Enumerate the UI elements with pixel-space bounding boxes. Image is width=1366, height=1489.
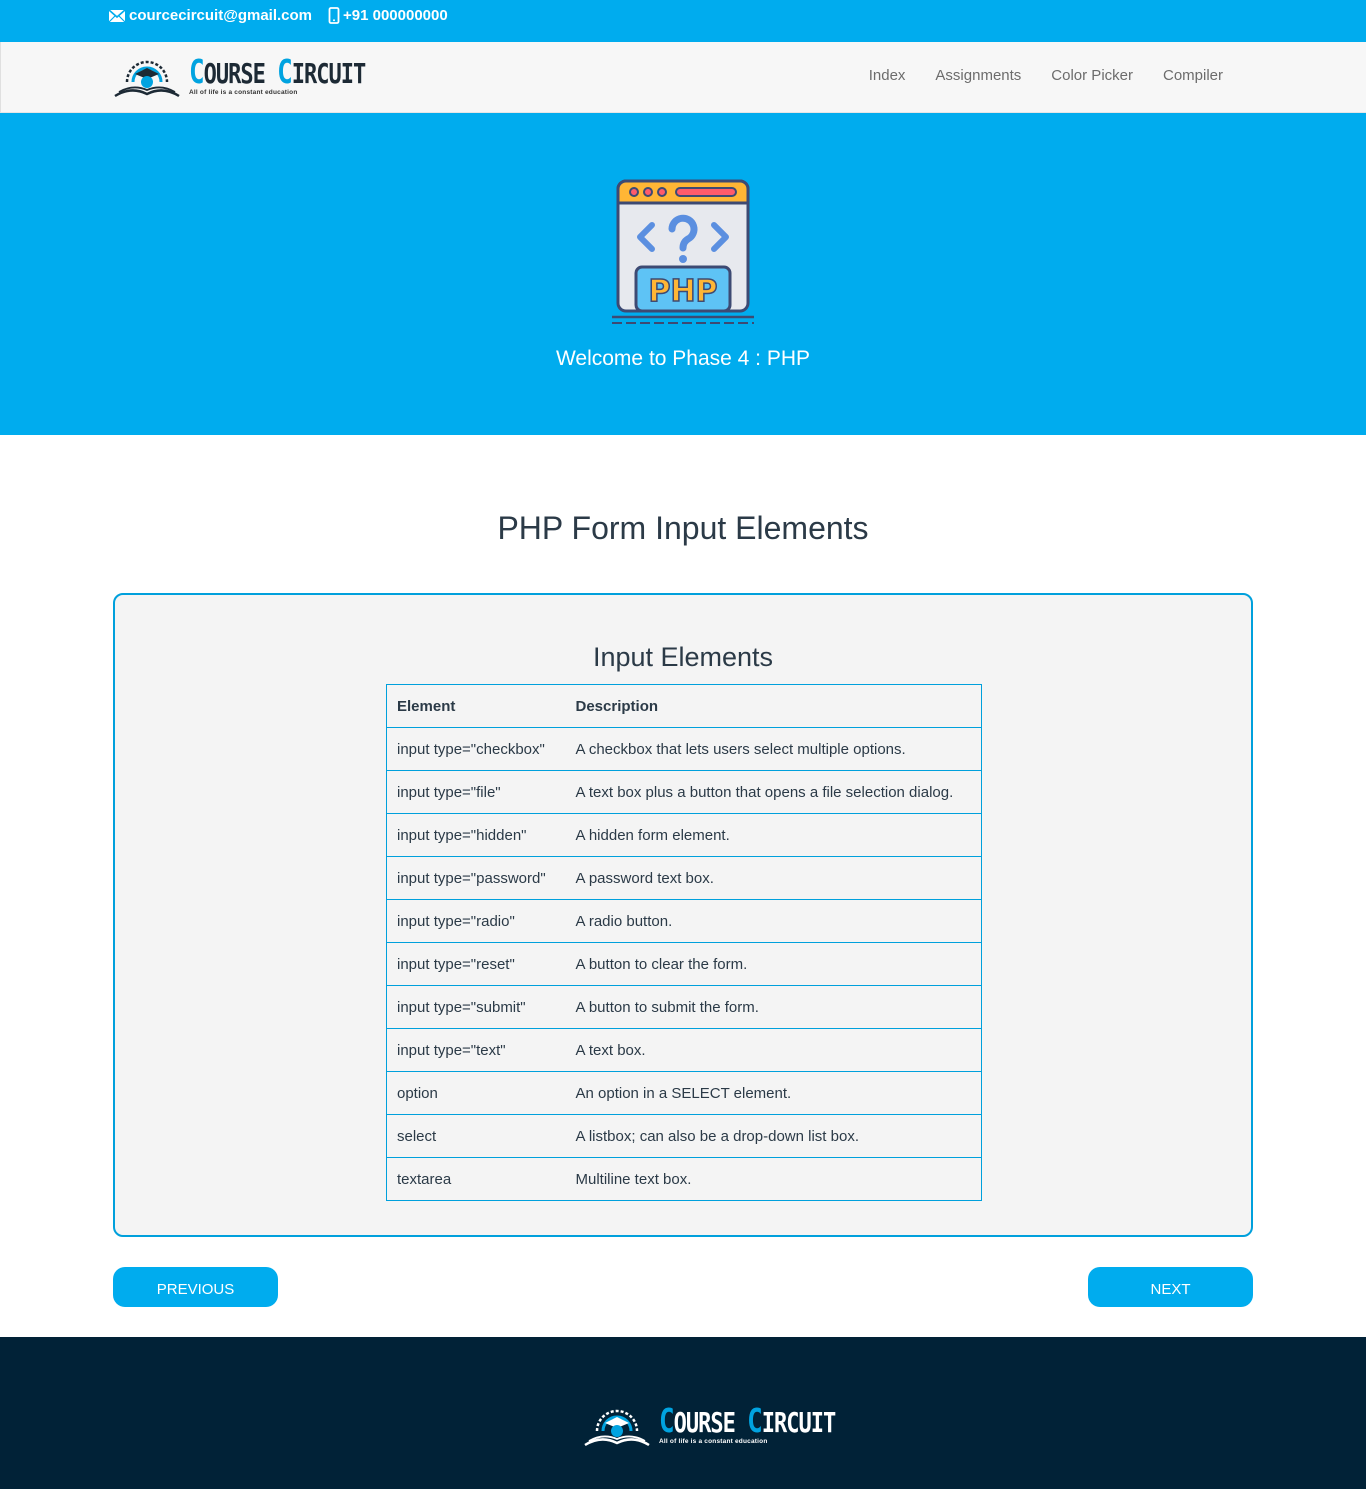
column-header-description: Description [565, 684, 982, 728]
element-cell: select [386, 1114, 566, 1158]
element-cell: input type="hidden" [386, 813, 566, 857]
description-cell: A button to submit the form. [565, 985, 982, 1029]
hero-banner: PHP Welcome to Phase 4 : PHP [0, 113, 1366, 435]
php-code-icon: PHP [612, 179, 754, 324]
card-title: Input Elements [592, 642, 774, 672]
nav-item-color-picker[interactable]: Color Picker [1051, 67, 1133, 84]
phone-contact[interactable]: +91 000000000 [328, 7, 448, 24]
element-cell: input type="password" [386, 856, 566, 900]
description-cell: A hidden form element. [565, 813, 982, 857]
nav-links: Index Assignments Color Picker Compiler [839, 67, 1223, 84]
table-row: input type="submit" A button to submit t… [386, 985, 982, 1029]
description-cell: A checkbox that lets users select multip… [565, 727, 982, 771]
mail-icon [108, 8, 126, 22]
footer: COURSE CIRCUIT All of life is a constant… [0, 1337, 1366, 1489]
description-cell: A text box plus a button that opens a fi… [565, 770, 982, 814]
next-button[interactable]: NEXT [1088, 1267, 1253, 1307]
footer-brand-name: COURSE CIRCUIT [659, 1403, 836, 1441]
hero-title: Welcome to Phase 4 : PHP [555, 347, 811, 370]
element-cell: input type="text" [386, 1028, 566, 1072]
top-contact-bar: courcecircuit@gmail.com +91 000000000 [0, 0, 1366, 42]
table-row: input type="file" A text box plus a butt… [386, 770, 982, 814]
description-cell: A radio button. [565, 899, 982, 943]
element-cell: input type="file" [386, 770, 566, 814]
email-text: courcecircuit@gmail.com [129, 7, 313, 24]
element-cell: input type="reset" [386, 942, 566, 986]
description-cell: Multiline text box. [565, 1157, 982, 1201]
table-row: option An option in a SELECT element. [386, 1071, 982, 1115]
nav-item-assignments[interactable]: Assignments [935, 67, 1021, 84]
element-cell: input type="submit" [386, 985, 566, 1029]
element-cell: option [386, 1071, 566, 1115]
brand-name: COURSE CIRCUIT [189, 54, 366, 92]
brand-logo-icon [584, 1409, 650, 1447]
phone-text: +91 000000000 [343, 7, 448, 24]
table-row: input type="text" A text box. [386, 1028, 982, 1072]
description-cell: A password text box. [565, 856, 982, 900]
phone-icon [328, 7, 340, 24]
element-cell: input type="radio" [386, 899, 566, 943]
element-cell: input type="checkbox" [386, 727, 566, 771]
table-row: input type="checkbox" A checkbox that le… [386, 727, 982, 771]
content-card: Input Elements Element Description input… [113, 593, 1253, 1237]
footer-brand-logo[interactable]: COURSE CIRCUIT All of life is a constant… [583, 1403, 836, 1449]
main-navbar: COURSE CIRCUIT All of life is a constant… [0, 42, 1366, 113]
description-cell: An option in a SELECT element. [565, 1071, 982, 1115]
description-cell: A text box. [565, 1028, 982, 1072]
brand-logo[interactable]: COURSE CIRCUIT All of life is a constant… [113, 54, 366, 100]
table-row: input type="radio" A radio button. [386, 899, 982, 943]
brand-logo-icon [114, 60, 180, 98]
table-row: input type="reset" A button to clear the… [386, 942, 982, 986]
element-cell: textarea [386, 1157, 566, 1201]
previous-button[interactable]: PREVIOUS [113, 1267, 278, 1307]
column-header-element: Element [386, 684, 566, 728]
email-contact[interactable]: courcecircuit@gmail.com [108, 7, 312, 24]
description-cell: A button to clear the form. [565, 942, 982, 986]
php-icon-label: PHP [648, 274, 717, 309]
page-title: PHP Form Input Elements [497, 510, 869, 546]
table-row: input type="password" A password text bo… [386, 856, 982, 900]
nav-item-index[interactable]: Index [869, 67, 906, 84]
description-cell: A listbox; can also be a drop-down list … [565, 1114, 982, 1158]
nav-item-compiler[interactable]: Compiler [1163, 67, 1223, 84]
table-row: textarea Multiline text box. [386, 1157, 982, 1201]
input-elements-table: Element Description input type="checkbox… [386, 684, 982, 1201]
table-row: input type="hidden" A hidden form elemen… [386, 813, 982, 857]
table-row: select A listbox; can also be a drop-dow… [386, 1114, 982, 1158]
table-header-row: Element Description [386, 684, 982, 728]
